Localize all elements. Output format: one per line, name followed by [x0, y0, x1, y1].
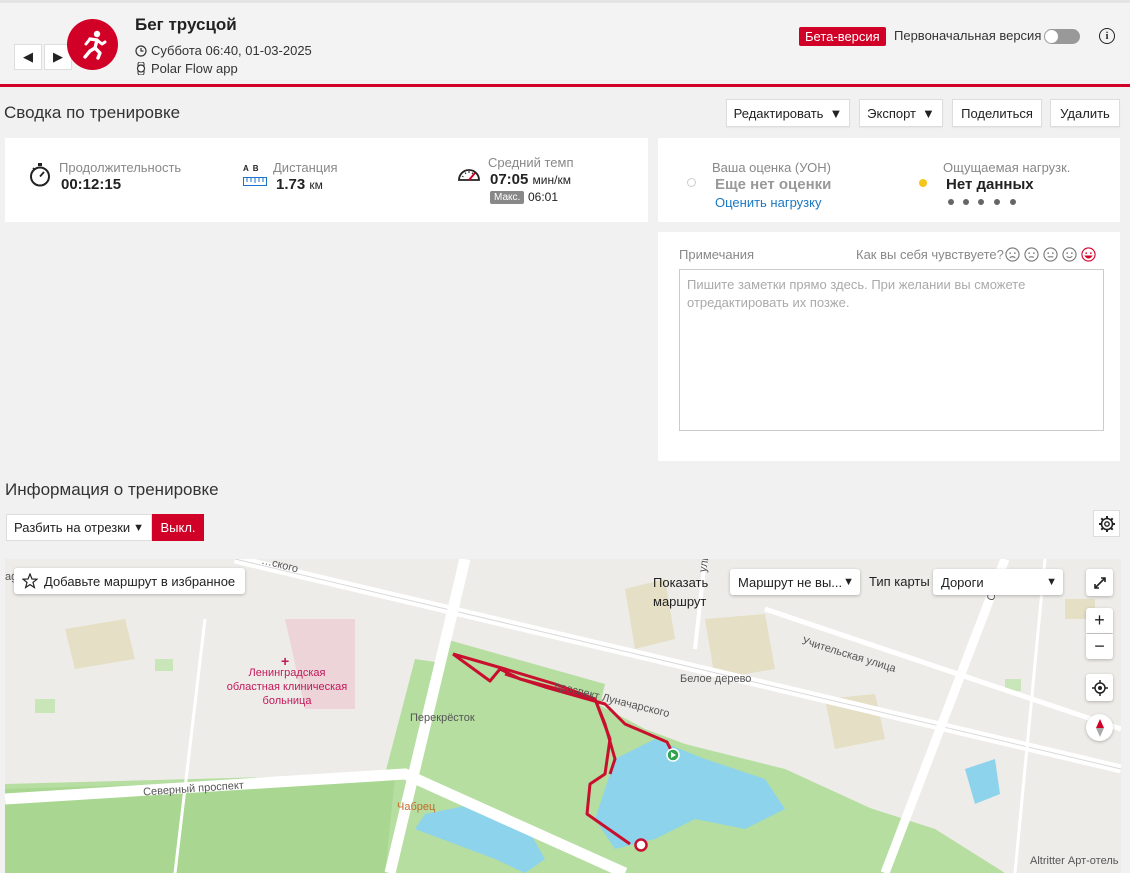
load-scale-dot [978, 199, 984, 205]
dropdown-arrow-icon: ▼ [133, 521, 144, 534]
stats-panel: Продолжительность 00:12:15 A B Дистанция… [5, 138, 648, 222]
compass-icon [1095, 718, 1104, 737]
beta-badge: Бета-версия [799, 27, 886, 46]
distance-value: 1.73 км [276, 176, 323, 193]
distance-unit: км [309, 178, 323, 192]
hospital-label: Ленинградская областная клиническая боль… [226, 667, 348, 707]
hospital-icon: + [281, 653, 290, 669]
belo-derevo-label: Белое дерево [680, 673, 752, 685]
very-sad-face-icon[interactable] [1005, 247, 1020, 262]
notes-label: Примечания [679, 247, 755, 262]
star-icon [22, 573, 38, 589]
chabrets-label: Чабрец [397, 801, 436, 813]
running-sport-icon [67, 19, 118, 70]
duration-value: 00:12:15 [61, 176, 122, 193]
edit-button[interactable]: Редактировать ▼ [726, 99, 850, 127]
happy-face-icon[interactable] [1062, 247, 1077, 262]
rpe-label: Ваша оценка (УОН) [712, 160, 831, 175]
show-route-label: Показать маршрут [653, 575, 709, 609]
rpe-value: Еще нет оценки [715, 176, 832, 193]
dropdown-arrow-icon: ▼ [1046, 576, 1057, 588]
workout-header: ◀ ▶ Бег трусцой Суббота 06:40, 01-03-202… [0, 0, 1130, 87]
zoom-in-button[interactable]: + [1086, 608, 1113, 633]
workout-source: Polar Flow app [135, 61, 238, 76]
source-text: Polar Flow app [151, 61, 238, 76]
split-off-button[interactable]: Выкл. [152, 514, 204, 541]
load-label: Ощущаемая нагрузк. [943, 160, 1071, 175]
split-label: Разбить на отрезки [14, 520, 131, 535]
very-happy-face-icon[interactable] [1081, 247, 1096, 262]
feeling-label: Как вы себя чувствуете? [856, 247, 1004, 262]
pace-value: 07:05 мин/км [490, 171, 571, 188]
load-scale-dot [948, 199, 954, 205]
sad-face-icon[interactable] [1024, 247, 1039, 262]
load-status-dot [919, 179, 927, 187]
neutral-face-icon[interactable] [1043, 247, 1058, 262]
info-title: Информация о тренировке [5, 480, 219, 499]
original-version-label: Первоначальная версия [894, 28, 1042, 43]
share-button[interactable]: Поделиться [952, 99, 1042, 127]
datetime-text: Суббота 06:40, 01-03-2025 [151, 43, 312, 58]
route-map[interactable]: …ского ag Ленинградская областная клинич… [5, 559, 1121, 873]
expand-icon [1093, 576, 1106, 589]
split-select[interactable]: Разбить на отрезки ▼ [6, 514, 152, 541]
prev-arrow-icon: ◀ [23, 49, 33, 64]
edit-label: Редактировать [733, 105, 824, 121]
delete-button[interactable]: Удалить [1050, 99, 1120, 127]
summary-title: Сводка по тренировке [4, 103, 181, 122]
altritter-label: Altritter Арт-отель [1030, 855, 1119, 867]
watch-icon [136, 62, 146, 75]
original-version-toggle[interactable] [1044, 29, 1080, 44]
stopwatch-icon [30, 163, 50, 187]
gear-icon [1098, 515, 1115, 532]
compass-button[interactable] [1086, 714, 1113, 741]
rate-load-link[interactable]: Оценить нагрузку [715, 195, 821, 210]
dropdown-arrow-icon: ▼ [843, 576, 854, 588]
distance-label: Дистанция [273, 160, 338, 175]
max-pace-badge: Макс. [490, 191, 525, 204]
crosshair-icon [1091, 679, 1108, 696]
favorite-label: Добавьте маршрут в избранное [44, 573, 236, 589]
load-scale-dot [1010, 199, 1016, 205]
prev-workout-button[interactable]: ◀ [14, 44, 42, 70]
map-type-label: Тип карты [869, 574, 930, 589]
speedometer-icon [458, 169, 480, 181]
route-select-value: Маршрут не вы... [738, 574, 843, 590]
workout-title: Бег трусцой [135, 15, 237, 34]
max-pace-value: 06:01 [528, 190, 559, 204]
perekrestok-label: Перекрёсток [410, 712, 475, 724]
rating-panel: Ваша оценка (УОН) Еще нет оценки Оценить… [658, 138, 1120, 222]
load-scale-dot [994, 199, 1000, 205]
pace-unit: мин/км [532, 173, 571, 187]
distance-icon: A B [243, 164, 267, 191]
export-button[interactable]: Экспорт ▼ [859, 99, 943, 127]
dropdown-arrow-icon: ▼ [829, 105, 843, 121]
dropdown-arrow-icon: ▼ [922, 105, 935, 121]
load-scale-dot [963, 199, 969, 205]
fullscreen-button[interactable] [1086, 569, 1113, 596]
pace-label: Средний темп [488, 155, 574, 170]
distance-number: 1.73 [276, 176, 306, 193]
workout-datetime: Суббота 06:40, 01-03-2025 [135, 43, 312, 58]
export-label: Экспорт [867, 105, 916, 121]
notes-textarea[interactable]: Пишите заметки прямо здесь. При желании … [679, 269, 1104, 431]
duration-label: Продолжительность [59, 160, 182, 175]
locate-button[interactable] [1086, 674, 1113, 701]
map-canvas[interactable] [5, 559, 1121, 873]
pace-number: 07:05 [490, 171, 529, 188]
ruler-icon [243, 177, 267, 186]
distance-icon-letters: A B [243, 164, 260, 173]
info-icon[interactable]: i [1099, 28, 1115, 44]
zoom-out-button[interactable]: − [1086, 634, 1113, 659]
map-type-select[interactable]: Дороги ▼ [933, 569, 1063, 595]
map-type-value: Дороги [941, 574, 984, 590]
load-value: Нет данных [946, 176, 1034, 193]
rpe-status-dot [687, 178, 696, 187]
route-select[interactable]: Маршрут не вы... ▼ [730, 569, 860, 595]
clock-icon [135, 44, 147, 57]
add-favorite-button[interactable]: Добавьте маршрут в избранное [14, 568, 246, 594]
next-arrow-icon: ▶ [53, 49, 63, 64]
settings-button[interactable] [1093, 510, 1120, 537]
